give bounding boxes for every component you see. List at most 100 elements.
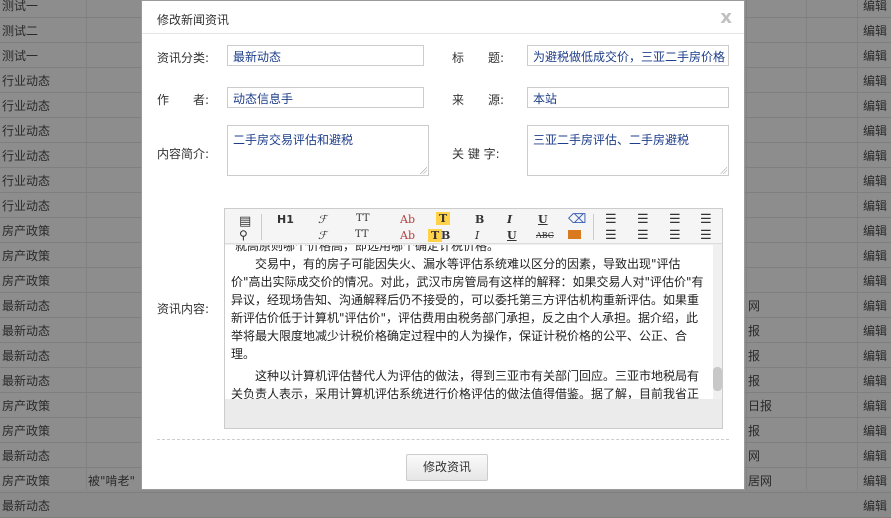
row-edit-link[interactable]: 编辑: [863, 47, 887, 64]
row-category: 行业动态: [2, 149, 51, 163]
font-family-alt-button[interactable]: ℱ: [318, 229, 327, 242]
source-label: 来 源:: [452, 93, 505, 107]
heading-button[interactable]: H1: [277, 213, 294, 226]
row-edit-link[interactable]: 编辑: [863, 322, 887, 339]
row-edit-link[interactable]: 编辑: [863, 472, 887, 489]
row-edit-link[interactable]: 编辑: [863, 22, 887, 39]
rich-text-editor: ▤ ⚲ H1 ℱ ℱ TT Ab TT Ab T T B B I I U U A…: [224, 208, 723, 429]
editor-content[interactable]: 就高原则哪个价格高，即选用哪个确定计税价格。 交易中，有的房子可能因失火、漏水等…: [225, 245, 713, 399]
preview-icon[interactable]: ⚲: [239, 228, 248, 242]
row-category: 最新动态: [2, 449, 51, 463]
source-field[interactable]: 本站: [527, 87, 729, 108]
row-edit-link[interactable]: 编辑: [863, 122, 887, 139]
toolbar-separator: [261, 214, 262, 240]
align-justify-icon[interactable]: ☰: [605, 228, 617, 243]
outdent-icon[interactable]: ☰: [669, 228, 681, 243]
scrollbar-thumb[interactable]: [713, 367, 722, 391]
row-edit-link[interactable]: 编辑: [863, 372, 887, 389]
font-color-button[interactable]: Ab: [400, 213, 415, 226]
row-category: 最新动态: [2, 349, 51, 363]
font-size-button[interactable]: TT: [356, 213, 370, 224]
row-edit-link[interactable]: 编辑: [863, 0, 887, 14]
row-category: 房产政策: [2, 474, 51, 488]
align-right-icon[interactable]: ☰: [669, 212, 681, 227]
indent-icon[interactable]: ☰: [637, 228, 649, 243]
footer-divider: [157, 439, 729, 440]
italic-alt-button[interactable]: I: [475, 229, 479, 242]
row-source: 网: [748, 299, 761, 313]
align-center-icon[interactable]: ☰: [637, 212, 649, 227]
row-source: 日报: [748, 399, 773, 413]
row-edit-link[interactable]: 编辑: [863, 447, 887, 464]
row-edit-link[interactable]: 编辑: [863, 97, 887, 114]
paragraph: 交易中，有的房子可能因失火、漏水等评估系统难以区分的因素，导致出现"评估价"高出…: [231, 257, 704, 361]
eraser-icon[interactable]: ⌫: [568, 212, 586, 227]
align-left-icon[interactable]: ☰: [605, 212, 617, 227]
row-source: 报: [748, 349, 761, 363]
row-edit-link[interactable]: 编辑: [863, 222, 887, 239]
paragraph: 就高原则哪个价格高，即选用哪个确定计税价格。: [235, 245, 500, 253]
summary-text: 二手房交易评估和避税: [233, 133, 354, 147]
row-category: 房产政策: [2, 274, 51, 288]
row-edit-link[interactable]: 编辑: [863, 147, 887, 164]
row-category: 行业动态: [2, 174, 51, 188]
strikethrough-button[interactable]: ABC: [536, 231, 554, 240]
row-edit-link[interactable]: 编辑: [863, 272, 887, 289]
source-code-icon[interactable]: ▤: [239, 214, 251, 229]
close-icon[interactable]: x: [720, 7, 732, 28]
content-label: 资讯内容:: [157, 302, 210, 316]
row-edit-link[interactable]: 编辑: [863, 72, 887, 89]
row-edit-link[interactable]: 编辑: [863, 347, 887, 364]
author-label: 作 者:: [157, 93, 210, 107]
row-source: 报: [748, 324, 761, 338]
underline-alt-button[interactable]: U: [507, 229, 517, 242]
resize-grip-icon[interactable]: [420, 167, 427, 174]
title-field[interactable]: 为避税做低成交价，三亚二手房价格: [527, 45, 729, 66]
ordered-list-icon[interactable]: ☰: [700, 212, 712, 227]
summary-label: 内容简介:: [157, 147, 210, 161]
font-color-alt-button[interactable]: Ab: [400, 229, 415, 242]
keywords-text: 三亚二手房评估、二手房避税: [533, 133, 690, 147]
image-icon[interactable]: [568, 230, 581, 239]
row-category: 行业动态: [2, 199, 51, 213]
font-family-button[interactable]: ℱ: [318, 213, 327, 226]
underline-button[interactable]: U: [538, 213, 548, 226]
bold-button[interactable]: B: [475, 213, 484, 226]
bold-alt-button[interactable]: B: [441, 229, 450, 242]
row-edit-link[interactable]: 编辑: [863, 247, 887, 264]
row-title[interactable]: 被"啃老": [88, 472, 135, 489]
row-edit-link[interactable]: 编辑: [863, 197, 887, 214]
row-category: 房产政策: [2, 424, 51, 438]
category-label: 资讯分类:: [157, 51, 210, 65]
table-row: 最新动态 编辑: [0, 493, 891, 518]
paragraph: 这种以计算机评估替代人为评估的做法，得到三亚市有关部门回应。三亚市地税局有关负责…: [231, 369, 700, 399]
editor-scrollbar[interactable]: [713, 245, 722, 399]
highlight-button[interactable]: T: [436, 212, 451, 225]
resize-grip-icon[interactable]: [720, 167, 727, 174]
category-field[interactable]: 最新动态: [227, 45, 424, 66]
row-category: 行业动态: [2, 99, 51, 113]
dialog-title: 修改新闻资讯: [157, 13, 230, 27]
author-field[interactable]: 动态信息手: [227, 87, 424, 108]
toolbar-separator: [593, 214, 594, 240]
keywords-textarea[interactable]: 三亚二手房评估、二手房避税: [527, 125, 729, 176]
row-edit-link[interactable]: 编辑: [863, 397, 887, 414]
row-category: 最新动态: [2, 324, 51, 338]
row-edit-link[interactable]: 编辑: [863, 297, 887, 314]
editor-toolbar: ▤ ⚲ H1 ℱ ℱ TT Ab TT Ab T T B B I I U U A…: [225, 209, 722, 244]
row-category: 行业动态: [2, 124, 51, 138]
row-category: 最新动态: [2, 374, 51, 388]
row-category: 测试二: [2, 24, 39, 38]
submit-edit-button[interactable]: 修改资讯: [406, 454, 488, 481]
row-edit-link[interactable]: 编辑: [863, 172, 887, 189]
row-source: 网: [748, 449, 761, 463]
unordered-list-icon[interactable]: ☰: [700, 228, 712, 243]
row-category: 测试一: [2, 0, 39, 13]
italic-button[interactable]: I: [507, 213, 512, 226]
row-source: 报: [748, 374, 761, 388]
font-size-alt-button[interactable]: TT: [355, 229, 369, 240]
row-edit-link[interactable]: 编辑: [863, 497, 887, 514]
summary-textarea[interactable]: 二手房交易评估和避税: [227, 125, 429, 176]
row-edit-link[interactable]: 编辑: [863, 422, 887, 439]
row-category: 行业动态: [2, 74, 51, 88]
